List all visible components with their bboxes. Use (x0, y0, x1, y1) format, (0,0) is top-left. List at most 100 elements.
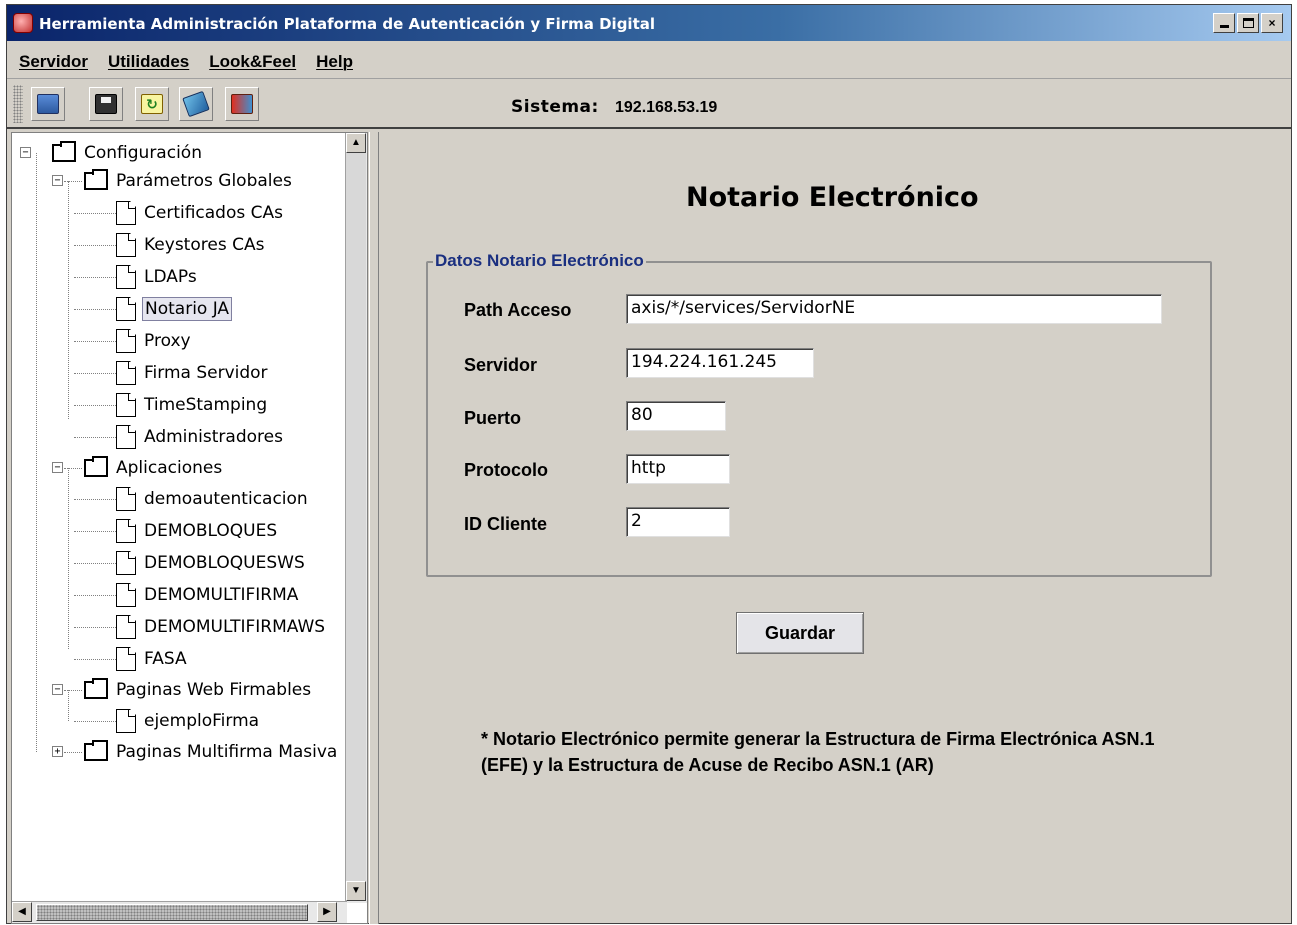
tree-item[interactable]: ejemploFirma (116, 707, 261, 735)
tree-item[interactable]: Paginas Multifirma Masiva (84, 738, 339, 766)
app-window: Herramienta Administración Plataforma de… (6, 4, 1292, 924)
tree-item-label: ejemploFirma (144, 711, 260, 731)
tree-item[interactable]: Certificados CAs (116, 199, 285, 227)
folder-icon (84, 678, 108, 699)
tree-connector (74, 213, 116, 214)
tree-item[interactable]: Keystores CAs (116, 231, 266, 259)
tree-item-label: Firma Servidor (144, 363, 268, 383)
menu-help[interactable]: Help (316, 52, 353, 72)
tree-item[interactable]: TimeStamping (116, 391, 269, 419)
server-icon (37, 94, 59, 114)
page-title: Notario Electrónico (686, 182, 979, 213)
tree-item[interactable]: Firma Servidor (116, 359, 270, 387)
tree-item[interactable]: Proxy (116, 327, 193, 355)
tree-item[interactable]: Aplicaciones (84, 454, 224, 482)
tree-item[interactable]: DEMOMULTIFIRMA (116, 581, 300, 609)
collapse-icon[interactable]: − (52, 175, 63, 186)
scroll-left-button[interactable]: ◀ (12, 902, 32, 922)
save-button[interactable]: Guardar (736, 612, 864, 654)
tree-item-label: TimeStamping (144, 395, 268, 415)
collapse-icon[interactable]: − (52, 462, 63, 473)
document-icon (116, 487, 136, 511)
groupbox-title: Datos Notario Electrónico (433, 251, 646, 271)
protocolo-label: Protocolo (464, 460, 548, 480)
toolbar-grip[interactable] (13, 85, 23, 123)
tree-connector (74, 499, 116, 500)
tree-connector (68, 468, 69, 649)
tree-connector (74, 595, 116, 596)
collapse-icon[interactable]: − (52, 684, 63, 695)
refresh-icon: ↻ (141, 94, 163, 114)
tree-connector (74, 405, 116, 406)
puerto-field[interactable]: 80 (626, 401, 726, 431)
tree-item[interactable]: DEMOMULTIFIRMAWS (116, 613, 327, 641)
tree-item[interactable]: Administradores (116, 423, 285, 451)
tree-connector (74, 309, 116, 310)
menu-lookandfeel[interactable]: Look&Feel (209, 52, 296, 72)
tree-item[interactable]: Notario JA (116, 295, 233, 323)
path-acceso-field[interactable]: axis/*/services/ServidorNE (626, 294, 1162, 324)
tree-connector (68, 181, 69, 419)
expand-icon[interactable]: + (52, 746, 63, 757)
tree-item-label: Administradores (144, 427, 283, 447)
tree-connector (74, 341, 116, 342)
id-cliente-field[interactable]: 2 (626, 507, 730, 537)
tree-item[interactable]: Parámetros Globales (84, 167, 294, 195)
arrow-up-icon: ▲ (351, 137, 361, 148)
info-note-line1: * Notario Electrónico permite generar la… (481, 729, 1155, 749)
minimize-button[interactable] (1213, 13, 1235, 33)
tree-item[interactable]: Configuración (52, 139, 204, 167)
tree-horizontal-scrollbar[interactable]: ◀ ▶ (12, 901, 347, 923)
path-acceso-label: Path Acceso (464, 300, 572, 320)
tree-item[interactable]: Paginas Web Firmables (84, 676, 313, 704)
tree-connector (64, 690, 82, 691)
tree-item[interactable]: DEMOBLOQUESWS (116, 549, 307, 577)
tree-item-label: DEMOBLOQUESWS (144, 553, 305, 573)
tree-item-label: FASA (144, 649, 187, 669)
puerto-label: Puerto (464, 408, 522, 428)
server-button[interactable] (31, 87, 65, 121)
scroll-up-button[interactable]: ▲ (346, 133, 366, 153)
servidor-field[interactable]: 194.224.161.245 (626, 348, 814, 378)
book-button[interactable] (179, 87, 213, 121)
maximize-button[interactable] (1237, 13, 1259, 33)
book-icon (182, 90, 210, 118)
menu-servidor[interactable]: Servidor (19, 52, 88, 72)
document-icon (116, 647, 136, 671)
tree-item-label: Paginas Web Firmables (116, 680, 312, 700)
window-controls: × (1213, 13, 1283, 33)
document-icon (116, 297, 136, 321)
scroll-track[interactable] (346, 153, 366, 881)
scroll-down-button[interactable]: ▼ (346, 881, 366, 901)
tree-connector (64, 468, 82, 469)
tree-item[interactable]: DEMOBLOQUES (116, 517, 279, 545)
exit-button[interactable] (225, 87, 259, 121)
close-button[interactable]: × (1261, 13, 1283, 33)
menu-utilidades[interactable]: Utilidades (108, 52, 189, 72)
tree-item-label: Certificados CAs (144, 203, 283, 223)
notario-groupbox: Datos Notario Electrónico Path Acceso ax… (426, 251, 1212, 577)
refresh-button[interactable]: ↻ (135, 87, 169, 121)
scroll-right-button[interactable]: ▶ (317, 902, 337, 922)
tree-connector (74, 373, 116, 374)
app-icon (13, 13, 33, 33)
tree-item[interactable]: FASA (116, 645, 189, 673)
protocolo-field[interactable]: http (626, 454, 730, 484)
tree-item[interactable]: demoautenticacion (116, 485, 310, 513)
tree-connector (64, 181, 82, 182)
servidor-label: Servidor (464, 355, 538, 375)
split-pane-divider[interactable] (369, 132, 379, 924)
info-note-line2: (EFE) y la Estructura de Acuse de Recibo… (481, 755, 934, 775)
scroll-thumb[interactable] (36, 904, 308, 921)
tree-item-label: DEMOMULTIFIRMAWS (144, 617, 326, 637)
system-ip: 192.168.53.19 (615, 99, 718, 116)
collapse-icon[interactable]: − (20, 147, 31, 158)
tree-vertical-scrollbar[interactable]: ▲ ▼ (345, 133, 367, 903)
tree-connector (74, 659, 116, 660)
tree-item-label: Keystores CAs (144, 235, 265, 255)
save-toolbar-button[interactable] (89, 87, 123, 121)
folder-icon (84, 456, 108, 477)
document-icon (116, 265, 136, 289)
tree-item[interactable]: LDAPs (116, 263, 199, 291)
title-bar[interactable]: Herramienta Administración Plataforma de… (7, 5, 1291, 41)
